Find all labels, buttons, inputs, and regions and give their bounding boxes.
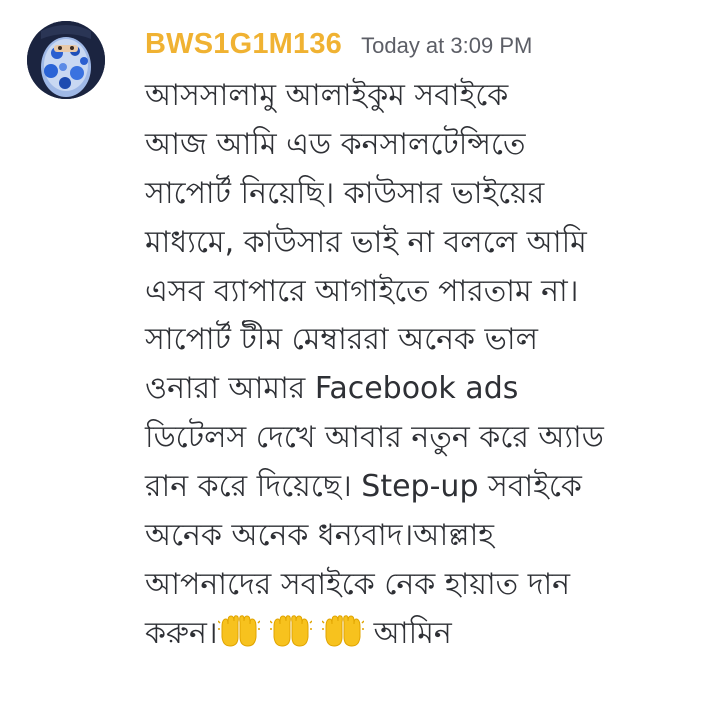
message-line: অনেক অনেক ধন্যবাদ।আল্লাহ: [145, 518, 495, 554]
last-line-prefix: করুন।: [145, 615, 218, 651]
message-line: আপনাদের সবাইকে নেক হায়াত দান: [145, 566, 571, 602]
raising-hands-icon: [321, 613, 365, 651]
raising-hands-icon: [269, 613, 313, 651]
message-line-last: করুন। আমিন: [145, 610, 705, 659]
message-line: এসব ব্যাপারে আগাইতে পারতাম না।: [145, 273, 579, 309]
message-line: রান করে দিয়েছে। Step-up সবাইকে: [145, 469, 582, 505]
message-header: BWS1G1M136 Today at 3:09 PM: [145, 28, 532, 64]
user-avatar[interactable]: [27, 21, 105, 99]
message-line: মাধ্যমে, কাউসার ভাই না বললে আমি: [145, 224, 587, 260]
message-content: আসসালামু আলাইকুম সবাইকে আজ আমি এড কনসালট…: [145, 72, 705, 659]
username[interactable]: BWS1G1M136: [145, 28, 342, 60]
message-line: আসসালামু আলাইকুম সবাইকে: [145, 78, 509, 113]
last-line-suffix: আমিন: [373, 615, 452, 651]
message-line: আজ আমি এড কনসালটেন্সিতে: [145, 126, 526, 162]
message-line: সাপোর্ট নিয়েছি। কাউসার ভাইয়ের: [145, 175, 545, 211]
message-line: ওনারা আমার Facebook ads: [145, 371, 519, 407]
chat-message: BWS1G1M136 Today at 3:09 PM আসসালামু আলা…: [0, 0, 720, 701]
message-line: ডিটেলস দেখে আবার নতুন করে অ্যাড: [145, 420, 604, 456]
message-line: সাপোর্ট টীম মেম্বাররা অনেক ভাল: [145, 322, 538, 358]
timestamp[interactable]: Today at 3:09 PM: [361, 33, 532, 58]
avatar-image: [27, 21, 105, 99]
raising-hands-icon: [217, 613, 261, 651]
